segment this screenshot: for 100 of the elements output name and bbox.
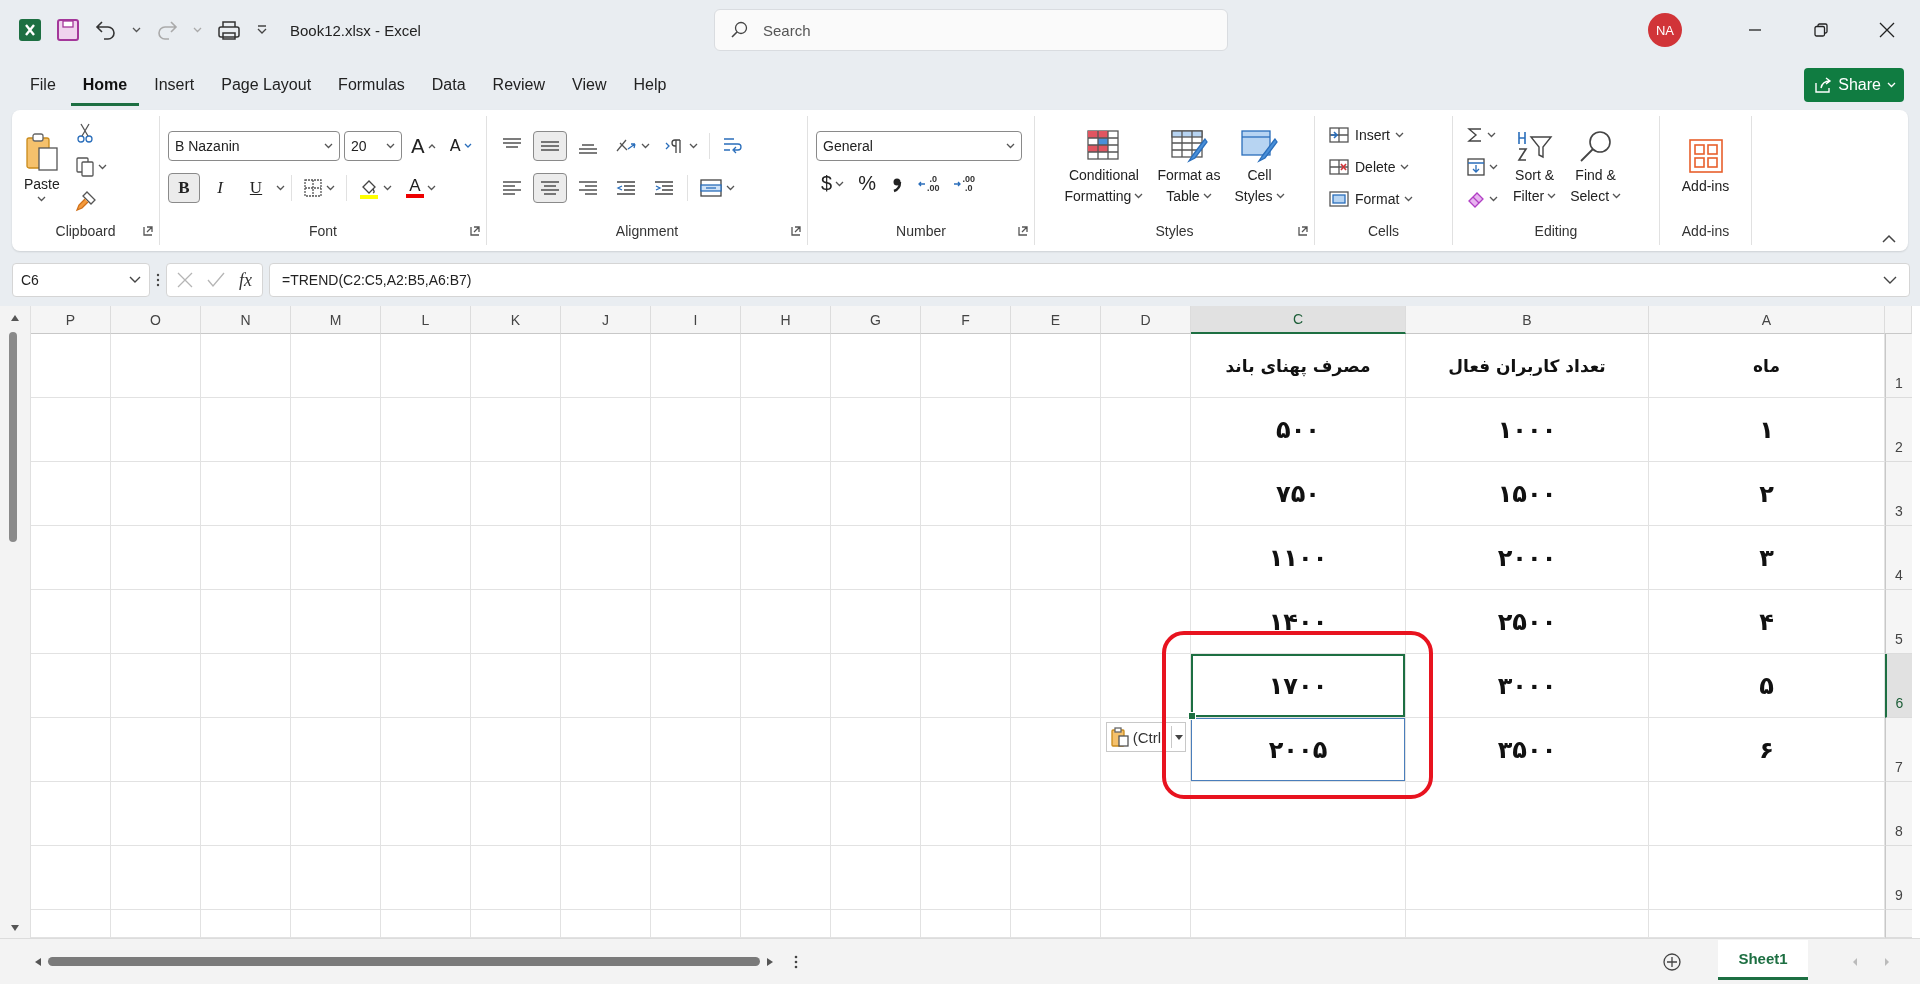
empty-cell[interactable]: [1011, 846, 1101, 910]
empty-cell[interactable]: [291, 590, 381, 654]
empty-cell[interactable]: [111, 398, 201, 462]
table-cell[interactable]: ۲۵۰۰: [1406, 590, 1649, 654]
empty-cell[interactable]: [921, 526, 1011, 590]
empty-cell[interactable]: [741, 526, 831, 590]
empty-cell[interactable]: [471, 398, 561, 462]
scroll-left-icon[interactable]: [34, 956, 42, 967]
empty-cell[interactable]: [471, 718, 561, 782]
cells-button[interactable]: Delete: [1323, 151, 1419, 182]
empty-cell[interactable]: [741, 654, 831, 718]
empty-cell[interactable]: [111, 782, 201, 846]
column-header[interactable]: M: [291, 306, 381, 334]
row-header[interactable]: 5: [1885, 590, 1912, 654]
empty-cell[interactable]: [381, 462, 471, 526]
table-cell[interactable]: مصرف پهنای باند: [1191, 334, 1406, 398]
caret-icon[interactable]: [1547, 192, 1557, 199]
empty-cell[interactable]: [921, 334, 1011, 398]
caret-icon[interactable]: [1404, 195, 1414, 202]
styles-button[interactable]: Format as Table: [1153, 126, 1225, 207]
caret-icon[interactable]: [132, 27, 141, 33]
empty-cell[interactable]: [1011, 654, 1101, 718]
search-icon[interactable]: [730, 21, 748, 39]
empty-cell[interactable]: [651, 590, 741, 654]
caret-up-icon[interactable]: [427, 142, 436, 149]
empty-cell[interactable]: [291, 526, 381, 590]
sort-filter-button[interactable]: Sort & Filter: [1509, 126, 1561, 207]
empty-cell[interactable]: [111, 526, 201, 590]
empty-cell[interactable]: [31, 334, 111, 398]
empty-cell[interactable]: [651, 718, 741, 782]
empty-cell[interactable]: [921, 398, 1011, 462]
menu-tab[interactable]: File: [18, 64, 68, 106]
empty-cell[interactable]: [831, 590, 921, 654]
empty-cell[interactable]: [1011, 462, 1101, 526]
empty-cell[interactable]: [1101, 782, 1191, 846]
name-box[interactable]: C6: [12, 263, 150, 297]
row-header[interactable]: 9: [1885, 846, 1912, 910]
table-cell[interactable]: ۳۵۰۰: [1406, 718, 1649, 782]
next-sheet-icon[interactable]: [1884, 956, 1890, 967]
caret-icon[interactable]: [427, 184, 436, 191]
font-name-dropdown[interactable]: B Nazanin: [168, 130, 340, 161]
caret-icon[interactable]: [835, 180, 845, 187]
scissors-icon[interactable]: [74, 121, 95, 144]
font-color-button[interactable]: A: [401, 172, 441, 203]
empty-cell[interactable]: [381, 654, 471, 718]
column-header[interactable]: E: [1011, 306, 1101, 334]
menu-tab[interactable]: Insert: [142, 64, 207, 106]
column-header[interactable]: L: [381, 306, 471, 334]
dialog-launcher-icon[interactable]: [791, 226, 801, 236]
paste-icon[interactable]: [1110, 727, 1129, 747]
caret-icon[interactable]: [324, 142, 333, 149]
dialog-launcher-icon[interactable]: [1018, 226, 1028, 236]
empty-cell[interactable]: [471, 334, 561, 398]
empty-cell[interactable]: [201, 718, 291, 782]
caret-icon[interactable]: [386, 142, 395, 149]
menu-tab[interactable]: Data: [419, 64, 478, 106]
caret-icon[interactable]: [689, 142, 698, 149]
caret-icon[interactable]: [1275, 192, 1285, 199]
scroll-up-icon[interactable]: [10, 314, 20, 322]
percent-button[interactable]: %: [853, 168, 881, 199]
empty-cell[interactable]: [1011, 718, 1101, 782]
fill-handle[interactable]: [1188, 712, 1196, 720]
table-cell[interactable]: ۱۴۰۰: [1191, 590, 1406, 654]
row-header[interactable]: 2: [1885, 398, 1912, 462]
empty-cell[interactable]: [561, 718, 651, 782]
empty-cell[interactable]: [651, 526, 741, 590]
column-header[interactable]: H: [741, 306, 831, 334]
caret-icon[interactable]: [1395, 131, 1404, 138]
column-header[interactable]: F: [921, 306, 1011, 334]
insert-function-button[interactable]: fx: [239, 269, 252, 291]
sheet-tab[interactable]: Sheet1: [1718, 939, 1808, 980]
empty-cell[interactable]: [1191, 846, 1406, 910]
caret-icon[interactable]: [1400, 163, 1410, 170]
empty-cell[interactable]: [1011, 526, 1101, 590]
empty-cell[interactable]: [31, 398, 111, 462]
find-select-button[interactable]: Find & Select: [1566, 126, 1626, 207]
empty-cell[interactable]: [111, 654, 201, 718]
plus-circle-icon[interactable]: [1662, 951, 1682, 972]
column-header[interactable]: B: [1406, 306, 1649, 334]
styles-button[interactable]: Conditional Formatting: [1060, 126, 1148, 207]
format-cells-icon[interactable]: [1328, 188, 1350, 209]
add-ins-icon[interactable]: [1686, 138, 1725, 174]
caret-icon[interactable]: [37, 195, 47, 202]
cells-button[interactable]: Format: [1323, 183, 1419, 214]
select-all-button[interactable]: [1885, 306, 1912, 334]
menu-tab[interactable]: Review: [480, 64, 558, 106]
caret-icon[interactable]: [1175, 734, 1183, 740]
empty-cell[interactable]: [831, 654, 921, 718]
merge-center-icon[interactable]: [699, 176, 723, 199]
column-header[interactable]: P: [31, 306, 111, 334]
row-header[interactable]: 6: [1885, 654, 1912, 718]
caret-icon[interactable]: [1489, 163, 1498, 170]
table-cell[interactable]: ۱۱۰۰: [1191, 526, 1406, 590]
column-header[interactable]: O: [111, 306, 201, 334]
empty-cell[interactable]: [111, 590, 201, 654]
empty-cell[interactable]: [1011, 590, 1101, 654]
menu-tab[interactable]: Page Layout: [209, 64, 324, 106]
empty-cell[interactable]: [471, 782, 561, 846]
caret-icon[interactable]: [726, 184, 735, 191]
empty-cell[interactable]: [471, 526, 561, 590]
